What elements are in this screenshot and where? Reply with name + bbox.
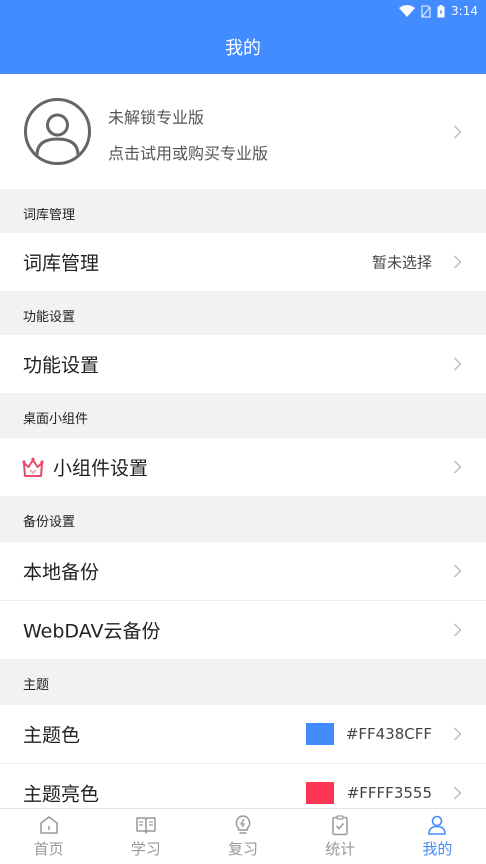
section-header-dictionary: 词库管理 [0, 189, 486, 233]
webdav-backup-row[interactable]: WebDAV云备份 [0, 601, 486, 659]
theme-color-row[interactable]: 主题色 #FF438CFF [0, 705, 486, 763]
no-sim-icon [421, 4, 431, 18]
theme-color-swatch [306, 723, 334, 745]
battery-icon [437, 4, 445, 17]
pro-purchase-hint: 点击试用或购买专业版 [108, 144, 269, 163]
dictionary-management-row[interactable]: 词库管理 暂未选择 [0, 233, 486, 291]
lightbulb-icon [235, 815, 251, 834]
section-header-features: 功能设置 [0, 291, 486, 335]
chevron-right-icon [454, 623, 462, 637]
nav-tab-mine[interactable]: 我的 [389, 809, 486, 864]
chevron-right-icon [454, 255, 462, 269]
avatar [24, 98, 91, 165]
row-label: 主题亮色 [23, 783, 100, 806]
nav-label: 首页 [33, 840, 64, 858]
nav-tab-review[interactable]: 复习 [194, 809, 291, 864]
nav-tab-study[interactable]: 学习 [97, 809, 194, 864]
crown-icon [22, 457, 44, 477]
chevron-right-icon [454, 460, 462, 474]
nav-label: 学习 [130, 840, 161, 858]
widget-settings-row[interactable]: 小组件设置 [0, 438, 486, 496]
section-title: 词库管理 [23, 208, 76, 223]
section-title: 桌面小组件 [23, 412, 89, 427]
section-title: 主题 [23, 678, 50, 693]
theme-light-color-value: #FFFF3555 [346, 784, 432, 802]
page-title: 我的 [225, 38, 261, 59]
pro-status-text: 未解锁专业版 [108, 108, 205, 127]
row-label: 本地备份 [23, 561, 100, 584]
row-label: 主题色 [23, 724, 81, 747]
nav-label: 统计 [325, 840, 356, 858]
user-icon [428, 815, 447, 835]
chevron-right-icon [454, 564, 462, 578]
home-icon [39, 816, 58, 834]
section-header-widget: 桌面小组件 [0, 393, 486, 437]
row-label: WebDAV云备份 [23, 620, 161, 643]
clipboard-check-icon [332, 815, 348, 836]
chevron-right-icon [454, 727, 462, 741]
feature-settings-row[interactable]: 功能设置 [0, 335, 486, 393]
nav-label: 我的 [422, 840, 453, 858]
section-header-theme: 主题 [0, 659, 486, 703]
default-avatar-icon [35, 113, 80, 156]
app-header: 3:14 我的 [0, 0, 486, 74]
book-icon [136, 817, 156, 834]
status-time: 3:14 [451, 4, 478, 18]
nav-tab-home[interactable]: 首页 [0, 809, 97, 864]
section-title: 备份设置 [23, 515, 76, 530]
row-label: 词库管理 [23, 252, 100, 275]
nav-tab-stats[interactable]: 统计 [292, 809, 389, 864]
chevron-right-icon [454, 786, 462, 800]
bottom-navigation: 首页 学习 复习 统计 我的 [0, 808, 486, 864]
row-label: 小组件设置 [53, 457, 149, 480]
wifi-icon [399, 5, 416, 17]
theme-color-value: #FF438CFF [345, 725, 432, 743]
chevron-right-icon [454, 357, 462, 371]
nav-label: 复习 [228, 840, 259, 858]
section-title: 功能设置 [23, 310, 76, 325]
row-label: 功能设置 [23, 354, 100, 377]
dictionary-value: 暂未选择 [371, 253, 432, 272]
theme-light-color-swatch [306, 782, 334, 804]
section-header-backup: 备份设置 [0, 496, 486, 540]
local-backup-row[interactable]: 本地备份 [0, 542, 486, 600]
status-bar: 3:14 [399, 2, 478, 20]
chevron-right-icon [454, 125, 462, 139]
profile-card[interactable]: 未解锁专业版 点击试用或购买专业版 [0, 74, 486, 189]
